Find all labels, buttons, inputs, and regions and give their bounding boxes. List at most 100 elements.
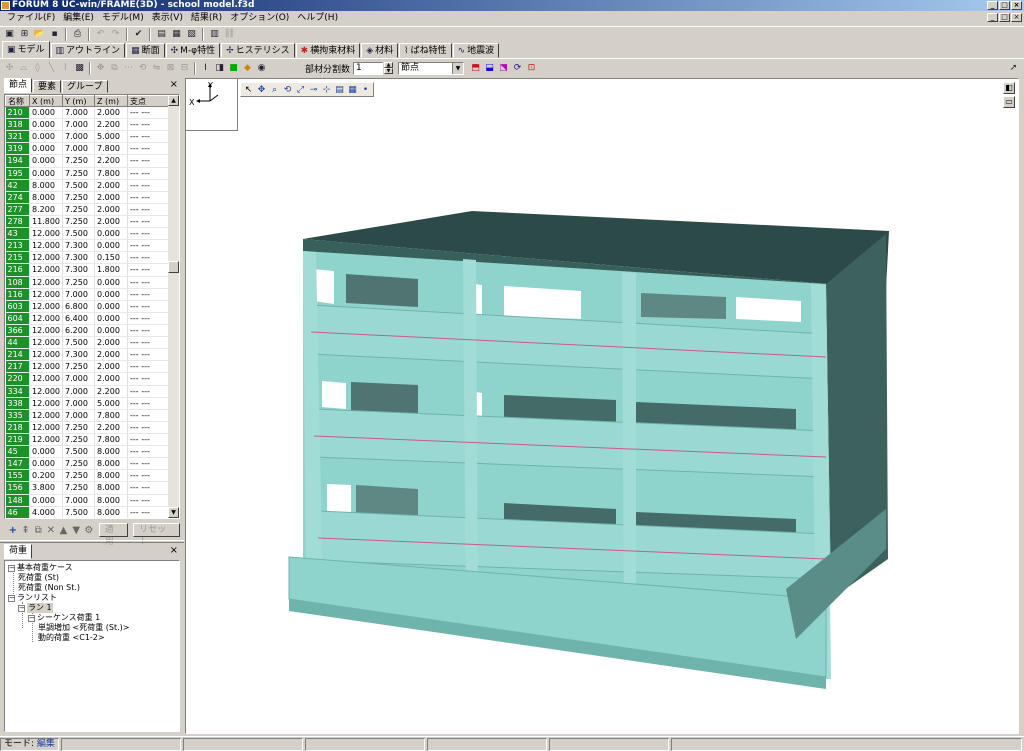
node-z-cell[interactable]: 5.000 [94, 130, 128, 144]
node-y-cell[interactable]: 7.000 [62, 142, 95, 156]
tree-expand-icon[interactable]: − [18, 604, 25, 612]
node-y-cell[interactable]: 7.250 [62, 167, 95, 180]
node-y-cell[interactable]: 7.500 [62, 506, 95, 518]
menu-model[interactable]: モデル(M) [98, 11, 148, 26]
tab-loads[interactable]: 荷重 [4, 544, 33, 559]
node-x-cell[interactable]: 0.200 [29, 469, 63, 483]
node-support-cell[interactable]: --- --- [127, 494, 170, 507]
node-x-cell[interactable]: 11.800 [29, 215, 63, 229]
filter-icon[interactable]: ⊡ [525, 62, 538, 75]
table-row[interactable]: 319 0.000 7.000 7.800 --- --- [5, 142, 170, 156]
tab-material[interactable]: ◈ 材料 [361, 43, 399, 58]
node-name-cell[interactable]: 156 [5, 481, 30, 495]
add-member-icon[interactable]: ⌓ [17, 62, 30, 75]
mdi-minimize-button[interactable]: _ [987, 13, 998, 22]
node-y-cell[interactable]: 6.200 [62, 324, 95, 338]
node-z-cell[interactable]: 2.000 [94, 203, 128, 216]
node-support-cell[interactable]: --- --- [127, 385, 170, 398]
node-z-cell[interactable]: 2.000 [94, 191, 128, 204]
tab-nodes[interactable]: 節点 [4, 78, 33, 93]
tree-expand-icon[interactable]: − [28, 614, 35, 622]
node-support-cell[interactable]: --- --- [127, 167, 170, 180]
node-name-cell[interactable]: 604 [5, 312, 30, 325]
wizard-icon[interactable]: ⊞ [18, 28, 31, 41]
support-icon[interactable]: ◊ [31, 62, 44, 75]
node-z-cell[interactable]: 8.000 [94, 506, 128, 518]
table-row[interactable]: 44 12.000 7.500 2.000 --- --- [5, 336, 170, 350]
node-z-cell[interactable]: 2.000 [94, 372, 128, 386]
node-z-cell[interactable]: 0.000 [94, 288, 128, 301]
select-region-icon[interactable]: ⬓ [483, 62, 496, 75]
node-x-cell[interactable]: 3.800 [29, 481, 63, 495]
node-y-cell[interactable]: 7.250 [62, 276, 95, 289]
node-support-cell[interactable]: --- --- [127, 203, 170, 216]
menu-results[interactable]: 結果(R) [187, 11, 226, 26]
node-name-cell[interactable]: 108 [5, 276, 30, 289]
table-row[interactable]: 217 12.000 7.250 2.000 --- --- [5, 360, 170, 374]
node-y-cell[interactable]: 6.400 [62, 312, 95, 325]
node-z-cell[interactable]: 2.000 [94, 179, 128, 192]
node-support-cell[interactable]: --- --- [127, 227, 170, 241]
document-icon[interactable]: ▧ [185, 28, 198, 41]
node-name-cell[interactable]: 155 [5, 469, 30, 483]
node-support-cell[interactable]: --- --- [127, 251, 170, 265]
table-row[interactable]: 366 12.000 6.200 0.000 --- --- [5, 324, 170, 338]
move-down-icon[interactable]: ▼ [71, 525, 81, 536]
node-y-cell[interactable]: 7.300 [62, 251, 95, 265]
table-row[interactable]: 216 12.000 7.300 1.800 --- --- [5, 263, 170, 277]
highlight-icon[interactable]: ◆ [241, 62, 254, 75]
panel-splitter[interactable] [0, 540, 184, 543]
table-row[interactable]: 147 0.000 7.250 8.000 --- --- [5, 457, 170, 471]
node-z-cell[interactable]: 7.800 [94, 409, 128, 422]
table-row[interactable]: 214 12.000 7.300 2.000 --- --- [5, 348, 170, 362]
tree-item[interactable]: 死荷重 (Non St.) [18, 583, 80, 593]
node-z-cell[interactable]: 5.000 [94, 397, 128, 410]
reset-button[interactable]: リセット [133, 523, 180, 547]
node-x-cell[interactable]: 12.000 [29, 263, 63, 277]
node-support-cell[interactable]: --- --- [127, 348, 170, 362]
table-row[interactable]: 334 12.000 7.000 2.200 --- --- [5, 385, 170, 398]
node-support-cell[interactable]: --- --- [127, 433, 170, 447]
node-y-cell[interactable]: 7.000 [62, 385, 95, 398]
table-row[interactable]: 603 12.000 6.800 0.000 --- --- [5, 300, 170, 313]
node-name-cell[interactable]: 318 [5, 118, 30, 132]
node-z-cell[interactable]: 2.000 [94, 215, 128, 229]
node-x-cell[interactable]: 0.000 [29, 154, 63, 168]
menu-edit[interactable]: 編集(E) [59, 11, 98, 26]
column-header-z[interactable]: Z (m) [94, 95, 128, 107]
node-x-cell[interactable]: 8.000 [29, 179, 63, 192]
node-z-cell[interactable]: 2.000 [94, 106, 128, 120]
node-x-cell[interactable]: 12.000 [29, 397, 63, 410]
table-row[interactable]: 274 8.000 7.250 2.000 --- --- [5, 191, 170, 204]
node-z-cell[interactable]: 0.000 [94, 300, 128, 313]
node-name-cell[interactable]: 214 [5, 348, 30, 362]
menu-options[interactable]: オプション(O) [226, 11, 293, 26]
tree-item[interactable]: 単調増加 <死荷重 (St.)> [38, 623, 130, 633]
scroll-down-icon[interactable]: ▼ [168, 507, 179, 518]
print-preview-icon[interactable]: ⎙ [71, 28, 84, 41]
node-y-cell[interactable]: 7.000 [62, 118, 95, 132]
tab-outline[interactable]: ▥ アウトライン [50, 43, 126, 58]
node-name-cell[interactable]: 218 [5, 421, 30, 434]
table-row[interactable]: 148 0.000 7.000 8.000 --- --- [5, 494, 170, 507]
tab-m-phi[interactable]: ✣ M-φ特性 [165, 43, 221, 58]
node-support-cell[interactable]: --- --- [127, 336, 170, 350]
tab-groups[interactable]: グループ [62, 80, 108, 93]
node-z-cell[interactable]: 2.200 [94, 154, 128, 168]
node-support-cell[interactable]: --- --- [127, 191, 170, 204]
selection-type-select[interactable]: 節点 ▼ [398, 62, 465, 75]
delete-icon[interactable]: ⊟ [178, 62, 191, 75]
node-support-cell[interactable]: --- --- [127, 142, 170, 156]
mdi-restore-button[interactable]: □ [999, 13, 1010, 22]
copy-icon[interactable]: ⧉ [108, 62, 121, 75]
node-z-cell[interactable]: 2.000 [94, 360, 128, 374]
menu-view[interactable]: 表示(V) [148, 11, 187, 26]
node-name-cell[interactable]: 338 [5, 397, 30, 410]
node-z-cell[interactable]: 0.000 [94, 276, 128, 289]
node-support-cell[interactable]: --- --- [127, 445, 170, 459]
section-beam-icon[interactable]: Ⅰ [199, 62, 212, 75]
table-row[interactable]: 213 12.000 7.300 0.000 --- --- [5, 239, 170, 253]
table-row[interactable]: 45 0.000 7.500 8.000 --- --- [5, 445, 170, 459]
node-name-cell[interactable]: 321 [5, 130, 30, 144]
node-x-cell[interactable]: 12.000 [29, 385, 63, 398]
